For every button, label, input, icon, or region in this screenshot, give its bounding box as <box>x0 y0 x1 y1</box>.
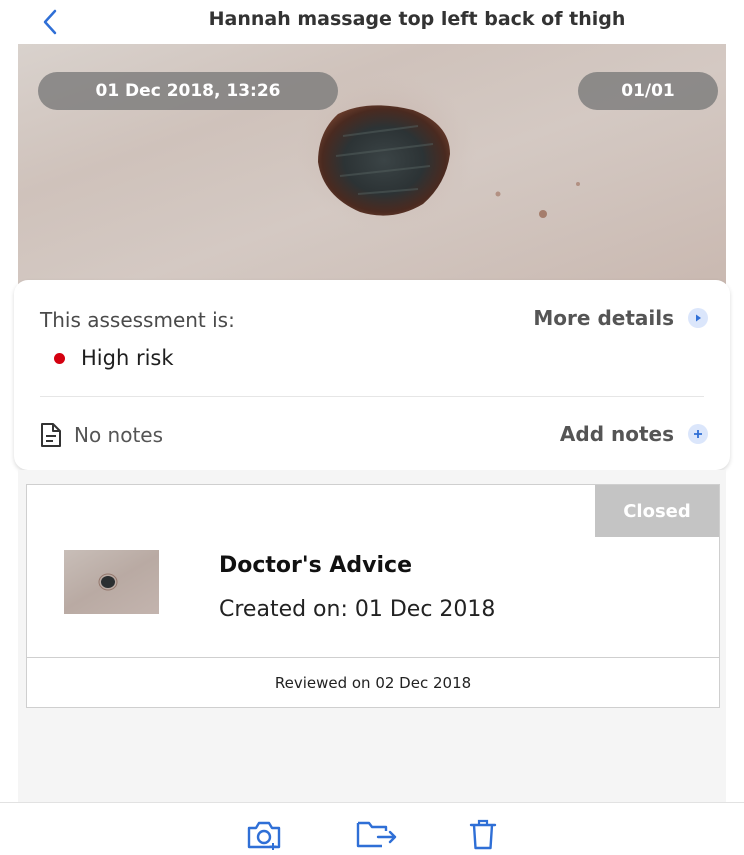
delete-button[interactable] <box>468 819 508 855</box>
photo-counter-badge: 01/01 <box>578 72 718 110</box>
lesion-thumbnail <box>64 550 159 614</box>
trash-icon <box>469 819 497 850</box>
folder-share-icon <box>356 821 397 848</box>
camera-button[interactable] <box>246 819 286 855</box>
more-details-button[interactable]: More details <box>533 306 708 330</box>
camera-icon <box>247 821 281 850</box>
back-button[interactable] <box>30 4 70 40</box>
advice-created-date: Created on: 01 Dec 2018 <box>219 597 496 622</box>
add-notes-button[interactable]: Add notes <box>560 422 708 446</box>
assessment-label: This assessment is: <box>40 308 235 332</box>
chevron-left-icon <box>43 9 57 35</box>
play-icon <box>688 308 708 328</box>
notes-text: No notes <box>74 423 164 447</box>
plus-icon <box>688 424 708 444</box>
lesion-photo[interactable]: 01 Dec 2018, 13:26 01/01 <box>18 44 726 294</box>
doctors-advice-card[interactable]: Closed Doctor's Advice Created on: 01 De… <box>26 484 720 708</box>
photo-date-badge: 01 Dec 2018, 13:26 <box>38 72 338 110</box>
risk-indicator: High risk <box>40 346 174 370</box>
reviewed-date: Reviewed on 02 Dec 2018 <box>274 673 472 692</box>
header-bar: Hannah massage top left back of thigh <box>0 0 744 44</box>
status-badge: Closed <box>595 485 719 537</box>
notes-row: No notes <box>40 422 163 448</box>
risk-label: High risk <box>81 346 174 370</box>
advice-title: Doctor's Advice <box>219 553 413 578</box>
document-icon <box>41 423 61 447</box>
share-button[interactable] <box>356 819 400 855</box>
bottom-toolbar <box>0 802 744 854</box>
assessment-card: This assessment is: More details High ri… <box>14 280 730 470</box>
more-details-label: More details <box>533 306 674 330</box>
divider <box>40 396 704 397</box>
page-title: Hannah massage top left back of thigh <box>208 8 626 30</box>
add-notes-label: Add notes <box>559 422 674 446</box>
risk-dot <box>54 352 65 364</box>
